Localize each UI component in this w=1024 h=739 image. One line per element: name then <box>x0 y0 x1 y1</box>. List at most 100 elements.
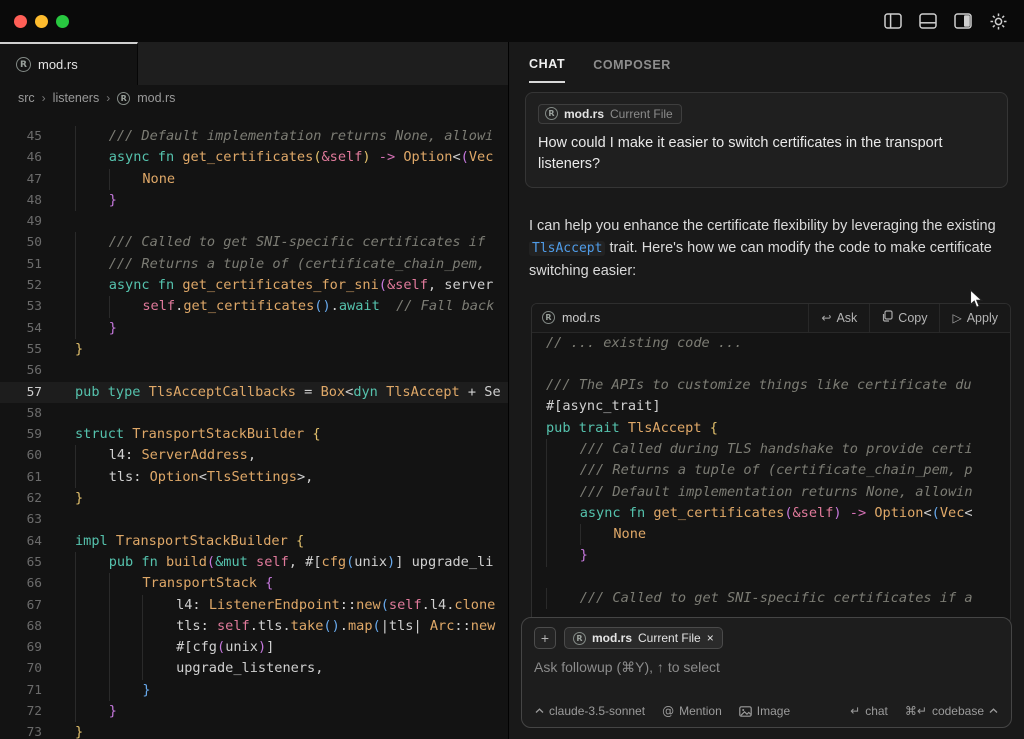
send-chat-label: chat <box>865 704 888 718</box>
line-number: 52 <box>0 275 42 296</box>
code-line: 49 <box>0 211 508 232</box>
code-line: 62} <box>0 488 508 509</box>
settings-gear-icon[interactable] <box>989 12 1008 31</box>
ask-icon: ↩ <box>821 311 831 325</box>
line-number: 65 <box>0 552 42 573</box>
ask-label: Ask <box>836 311 857 325</box>
code-line: 57pub type TlsAcceptCallbacks = Box<dyn … <box>0 382 508 403</box>
mention-button[interactable]: @ Mention <box>662 704 722 718</box>
panel-right-icon[interactable] <box>954 13 972 29</box>
line-number: 51 <box>0 254 42 275</box>
input-toolbar: claude-3.5-sonnet @ Mention Image ↵ chat… <box>535 704 998 718</box>
code-line: 45/// Default implementation returns Non… <box>0 126 508 147</box>
image-button[interactable]: Image <box>739 704 790 718</box>
panel-bottom-icon[interactable] <box>919 13 937 29</box>
code-line: 59struct TransportStackBuilder { <box>0 424 508 445</box>
traffic-lights <box>14 15 69 28</box>
input-chip-tag: Current File <box>638 631 701 645</box>
model-selector[interactable]: claude-3.5-sonnet <box>535 704 645 718</box>
chat-code: // ... existing code .../// The APIs to … <box>532 322 1010 610</box>
code-line: /// Called during TLS handshake to provi… <box>546 439 1010 460</box>
line-number: 58 <box>0 403 42 424</box>
line-number: 73 <box>0 722 42 739</box>
code-line: // ... existing code ... <box>546 333 1010 354</box>
rust-file-icon: R <box>542 311 555 324</box>
tab-chat[interactable]: CHAT <box>529 44 565 83</box>
breadcrumb-item-listeners[interactable]: listeners <box>53 91 100 105</box>
code-line <box>546 354 1010 375</box>
assistant-message: I can help you enhance the certificate f… <box>529 215 1005 282</box>
cmd-enter-keys-icon: ⌘↵ <box>905 704 927 718</box>
line-number: 60 <box>0 445 42 466</box>
apply-button[interactable]: ▷ Apply <box>939 304 1010 332</box>
line-number: 66 <box>0 573 42 594</box>
tab-composer[interactable]: COMPOSER <box>593 45 671 82</box>
line-number: 62 <box>0 488 42 509</box>
line-number: 63 <box>0 509 42 530</box>
rust-file-icon: R <box>16 57 31 72</box>
line-number: 61 <box>0 467 42 488</box>
input-context-chip[interactable]: R mod.rs Current File × <box>564 627 723 649</box>
breadcrumb-item-file[interactable]: mod.rs <box>137 91 175 105</box>
copy-button[interactable]: Copy <box>869 304 939 332</box>
code-line: 70upgrade_listeners, <box>0 658 508 679</box>
line-number: 53 <box>0 296 42 317</box>
code-line: 64impl TransportStackBuilder { <box>0 531 508 552</box>
tab-label: mod.rs <box>38 57 78 72</box>
app-window: R mod.rs src › listeners › R mod.rs 45//… <box>0 0 1024 739</box>
close-window-button[interactable] <box>14 15 27 28</box>
code-line: 47None <box>0 169 508 190</box>
line-number: 45 <box>0 126 42 147</box>
apply-icon: ▷ <box>952 311 961 325</box>
breadcrumb-item-src[interactable]: src <box>18 91 35 105</box>
chat-input-box[interactable]: + R mod.rs Current File × claude-3.5-son… <box>521 617 1012 728</box>
code-line: 53self.get_certificates().await // Fall … <box>0 296 508 317</box>
user-message-text: How could I make it easier to switch cer… <box>538 133 1000 175</box>
line-number: 70 <box>0 658 42 679</box>
code-line: /// Default implementation returns None,… <box>546 482 1010 503</box>
chat-tab-bar: CHAT COMPOSER <box>509 42 1024 85</box>
context-chip-tag: Current File <box>610 107 673 121</box>
image-label: Image <box>757 704 790 718</box>
code-line: 60l4: ServerAddress, <box>0 445 508 466</box>
code-line: } <box>546 545 1010 566</box>
inline-code: TlsAccept <box>529 241 605 256</box>
code-line: 46async fn get_certificates(&self) -> Op… <box>0 147 508 168</box>
send-chat-button[interactable]: ↵ chat <box>850 704 888 718</box>
line-number: 46 <box>0 147 42 168</box>
line-number: 54 <box>0 318 42 339</box>
code-line: 72} <box>0 701 508 722</box>
image-icon <box>739 706 752 717</box>
chevron-up-icon <box>535 708 544 714</box>
mention-label: Mention <box>679 704 722 718</box>
code-line: 73} <box>0 722 508 739</box>
code-line: #[async_trait] <box>546 396 1010 417</box>
code-line: 65pub fn build(&mut self, #[cfg(unix)] u… <box>0 552 508 573</box>
minimize-window-button[interactable] <box>35 15 48 28</box>
editor-code-area[interactable]: 45/// Default implementation returns Non… <box>0 111 508 739</box>
code-line: 68tls: self.tls.take().map(|tls| Arc::ne… <box>0 616 508 637</box>
code-block: R mod.rs ↩ Ask Copy ▷ Apply // ... exist… <box>531 303 1011 624</box>
add-context-button[interactable]: + <box>534 627 556 649</box>
send-codebase-button[interactable]: ⌘↵ codebase <box>905 704 998 718</box>
at-icon: @ <box>662 704 674 718</box>
breadcrumb-separator: › <box>42 91 46 105</box>
line-number: 67 <box>0 595 42 616</box>
line-number: 50 <box>0 232 42 253</box>
zoom-window-button[interactable] <box>56 15 69 28</box>
split-editor-icon[interactable] <box>884 13 902 29</box>
followup-input[interactable] <box>534 659 999 675</box>
code-block-filename: mod.rs <box>562 311 600 325</box>
context-chip[interactable]: R mod.rs Current File <box>538 104 682 124</box>
editor-pane: R mod.rs src › listeners › R mod.rs 45//… <box>0 42 508 739</box>
line-number: 68 <box>0 616 42 637</box>
ask-button[interactable]: ↩ Ask <box>808 304 869 332</box>
line-number: 72 <box>0 701 42 722</box>
copy-label: Copy <box>898 311 927 325</box>
tab-mod-rs[interactable]: R mod.rs <box>0 42 138 85</box>
user-message: R mod.rs Current File How could I make i… <box>525 92 1008 188</box>
code-line: 55} <box>0 339 508 360</box>
chevron-up-icon <box>989 708 998 714</box>
code-line: 52async fn get_certificates_for_sni(&sel… <box>0 275 508 296</box>
remove-context-icon[interactable]: × <box>707 631 714 645</box>
